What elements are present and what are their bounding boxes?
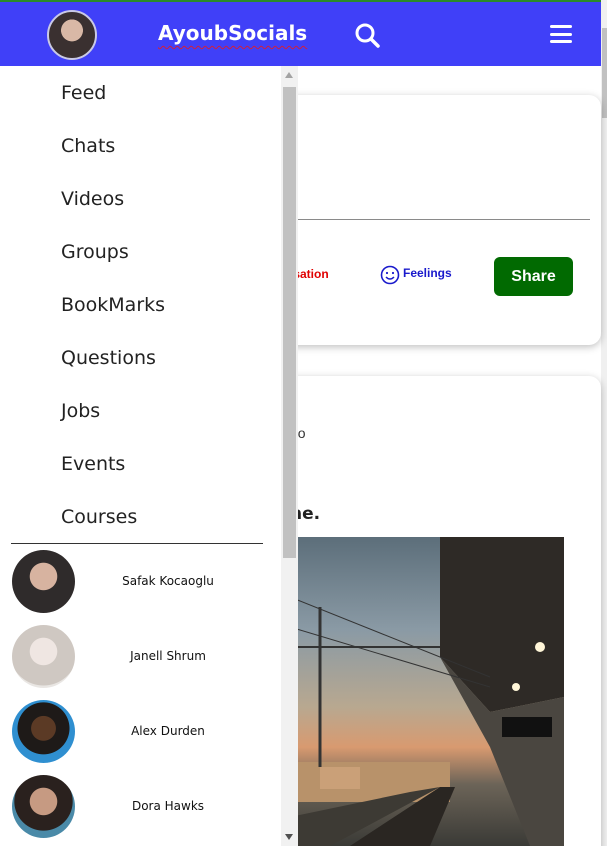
nav-item-questions[interactable]: Questions bbox=[61, 347, 156, 369]
composer-divider bbox=[290, 219, 590, 220]
share-button[interactable]: Share bbox=[494, 257, 573, 296]
nav-item-feed[interactable]: Feed bbox=[61, 82, 106, 104]
nav-item-events[interactable]: Events bbox=[61, 453, 125, 475]
nav-item-chats[interactable]: Chats bbox=[61, 135, 115, 157]
page-scrollbar-thumb[interactable] bbox=[602, 28, 607, 118]
friend-item[interactable]: Janell Shrum bbox=[12, 625, 272, 689]
friend-item[interactable]: Alex Durden bbox=[12, 700, 272, 764]
nav-item-jobs[interactable]: Jobs bbox=[61, 400, 100, 422]
avatar bbox=[12, 550, 75, 613]
scroll-up-arrow-icon[interactable] bbox=[285, 72, 293, 78]
nav-item-videos[interactable]: Videos bbox=[61, 188, 124, 210]
drawer-divider bbox=[11, 543, 263, 544]
drawer-scrollbar[interactable] bbox=[281, 66, 298, 846]
feelings-label[interactable]: Feelings bbox=[403, 266, 452, 280]
friend-item[interactable]: Dora Hawks bbox=[12, 775, 272, 839]
top-navbar: AyoubSocials bbox=[0, 0, 601, 66]
avatar bbox=[12, 775, 75, 838]
nav-item-courses[interactable]: Courses bbox=[61, 506, 137, 528]
page-scrollbar[interactable] bbox=[601, 0, 607, 846]
brand-title[interactable]: AyoubSocials bbox=[158, 21, 307, 45]
nav-item-groups[interactable]: Groups bbox=[61, 241, 129, 263]
friend-item[interactable]: Safak Kocaoglu bbox=[12, 550, 272, 614]
search-icon[interactable] bbox=[354, 22, 380, 48]
side-drawer: Feed Chats Videos Groups BookMarks Quest… bbox=[0, 66, 298, 846]
post-image[interactable] bbox=[290, 537, 564, 846]
friend-name: Safak Kocaoglu bbox=[122, 574, 214, 588]
train-station-photo bbox=[290, 537, 564, 846]
friend-name: Alex Durden bbox=[131, 724, 205, 738]
friend-name: Dora Hawks bbox=[131, 799, 205, 813]
nav-item-bookmarks[interactable]: BookMarks bbox=[61, 294, 165, 316]
scroll-down-arrow-icon[interactable] bbox=[285, 834, 293, 840]
hamburger-menu-icon[interactable] bbox=[550, 25, 572, 43]
avatar bbox=[12, 625, 75, 688]
friend-name: Janell Shrum bbox=[130, 649, 206, 663]
smiley-icon[interactable] bbox=[380, 265, 400, 285]
avatar bbox=[12, 700, 75, 763]
drawer-scrollbar-thumb[interactable] bbox=[283, 87, 296, 558]
profile-avatar[interactable] bbox=[47, 10, 97, 60]
